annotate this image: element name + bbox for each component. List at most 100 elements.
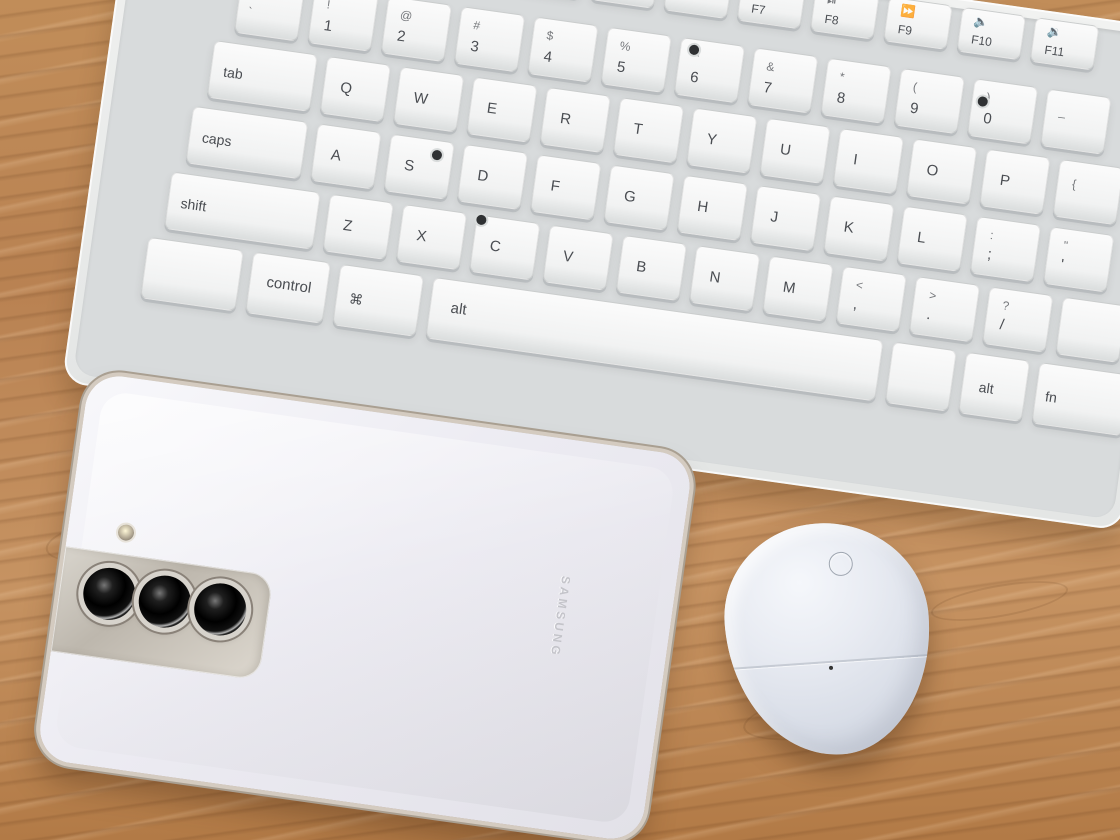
keyboard-key-3[interactable]: # 3 (453, 6, 526, 73)
keyboard-key-v-label: V (561, 247, 575, 266)
keyboard-key-quote[interactable]: " ' (1042, 226, 1115, 293)
keyboard-key-a-label: A (329, 146, 343, 165)
keyboard-key-o[interactable]: O (905, 138, 978, 205)
keyboard-key-c[interactable]: C (469, 214, 541, 281)
keyboard-key-q[interactable]: Q (319, 55, 392, 123)
keyboard-key-r[interactable]: R (539, 86, 611, 154)
keyboard-key-v[interactable]: V (542, 224, 614, 291)
keyboard-key-k[interactable]: K (823, 195, 895, 262)
keyboard-key-f10[interactable]: 🔈 F10 (956, 6, 1027, 61)
keyboard-key-shift-label: shift (179, 194, 208, 215)
keyboard-key-h[interactable]: H (676, 174, 749, 242)
keyboard-key-comma-top-label: < (855, 277, 864, 293)
earbuds-case-pairing-button (827, 551, 854, 577)
keyboard-key-minus[interactable]: _ (1040, 88, 1112, 155)
keyboard-key-6-label: 6 (689, 68, 700, 87)
keyboard-key-8[interactable]: * 8 (820, 57, 892, 124)
keyboard-key-w-label: W (412, 89, 429, 109)
keyboard-key-f5[interactable]: F5 (590, 0, 660, 9)
keyboard-key-right-shift-edge[interactable] (1055, 296, 1120, 363)
keyboard-key-period[interactable]: > . (908, 276, 981, 343)
keyboard-key-l[interactable]: L (896, 205, 968, 272)
keyboard-key-p[interactable]: P (979, 148, 1051, 215)
keyboard-screw (977, 95, 989, 108)
keyboard-key-m[interactable]: M (762, 255, 834, 322)
keyboard-key-x[interactable]: X (395, 203, 468, 271)
keyboard-key-f7[interactable]: ⏪ F7 (736, 0, 807, 30)
keyboard-key-7-label: 7 (762, 78, 774, 97)
keyboard-key-caps[interactable]: caps (185, 105, 309, 180)
keyboard-key-n[interactable]: N (688, 245, 761, 312)
keyboard-key-f11[interactable]: 🔉 F11 (1029, 17, 1100, 71)
keyboard-key-e[interactable]: E (466, 76, 538, 143)
keyboard-key-f8-label: F8 (823, 11, 840, 28)
keyboard-key-f9[interactable]: ⏩ F9 (883, 0, 953, 50)
keyboard-key-9[interactable]: ( 9 (893, 67, 965, 135)
keyboard-key-j[interactable]: J (749, 185, 822, 252)
keyboard-key-2[interactable]: @ 2 (380, 0, 453, 63)
keyboard-key-slash[interactable]: ? / (982, 286, 1054, 353)
keyboard-key-control-right[interactable]: fn (1031, 362, 1120, 437)
keyboard-key-4[interactable]: $ 4 (527, 16, 599, 83)
keyboard-screw (688, 44, 700, 56)
keyboard-key-control-left[interactable] (140, 236, 244, 312)
keyboard-screw (431, 149, 443, 161)
keyboard-key-shift[interactable]: shift (164, 171, 321, 250)
keyboard-key-t[interactable]: T (612, 97, 685, 164)
keyboard-key-3-label: 3 (469, 37, 480, 56)
keyboard-key-0[interactable]: ) 0 (966, 78, 1039, 145)
keyboard-key-l-label: L (916, 228, 927, 247)
keyboard-key-u-label: U (778, 140, 793, 160)
keyboard-key-u[interactable]: U (759, 117, 831, 185)
keyboard-key-command[interactable]: control (245, 251, 331, 324)
keyboard-key-d[interactable]: D (456, 143, 529, 211)
keyboard-key-command-label: control (265, 273, 313, 297)
keyboard-key-p-label: P (998, 171, 1012, 191)
keyboard-key-comma-label: , (852, 295, 859, 313)
keyboard-key-7[interactable]: & 7 (746, 47, 819, 114)
keyboard-key-f6[interactable]: F6 (663, 0, 733, 20)
keyboard-key-tab-label: tab (222, 63, 244, 83)
keyboard-key-a[interactable]: A (310, 123, 382, 190)
keyboard-key-k-label: K (842, 218, 856, 237)
keyboard-key-comma[interactable]: < , (835, 265, 907, 333)
keyboard-key-control-right-label: fn (1044, 388, 1059, 406)
keyboard-key-space-label: alt (449, 299, 468, 319)
keyboard-key-5[interactable]: % 5 (600, 26, 672, 94)
keyboard-key-fn-label: alt (977, 378, 995, 397)
keyboard-key-alt-left[interactable]: ⌘ (332, 263, 425, 337)
keyboard-key-fn[interactable]: alt (958, 351, 1031, 423)
keyboard-key-quote-top-label: " (1062, 238, 1069, 253)
keyboard-key-i[interactable]: I (832, 128, 905, 195)
keyboard-key-f8[interactable]: ⏯ F8 (809, 0, 880, 40)
keyboard-key-q-label: Q (339, 79, 354, 98)
keyboard-key-8-label: 8 (835, 89, 847, 108)
keyboard-key-s-label: S (403, 156, 416, 175)
keyboard-key-alt-right[interactable] (884, 341, 957, 412)
keyboard-key-b[interactable]: B (615, 234, 688, 302)
keyboard-key-space[interactable]: alt (425, 276, 884, 402)
keyboard-screw (475, 214, 488, 226)
keyboard-key-quote-label: ' (1059, 256, 1065, 274)
keyboard-key-t-label: T (632, 120, 644, 139)
keyboard-key-w[interactable]: W (392, 66, 465, 133)
keyboard-key-i-label: I (852, 151, 859, 169)
keyboard-key-9-label: 9 (908, 99, 920, 118)
keyboard-key-x-label: X (415, 227, 428, 246)
keyboard-key-y[interactable]: Y (686, 107, 758, 174)
keyboard-key-6[interactable]: ^ 6 (673, 37, 746, 104)
keyboard-key-n-label: N (708, 268, 722, 287)
keyboard-key-s[interactable]: S (383, 133, 455, 200)
keyboard-key-semicolon[interactable]: : ; (969, 215, 1042, 283)
keyboard-key-tab[interactable]: tab (206, 40, 318, 112)
keyboard-key-h-label: H (696, 197, 710, 217)
keyboard-key-7-top-label: & (765, 59, 776, 75)
keyboard-key-g[interactable]: G (603, 164, 675, 231)
keyboard-key-alt-left-label: ⌘ (348, 290, 365, 309)
keyboard-key-left-brace[interactable]: { (1052, 158, 1120, 226)
keyboard-key-z[interactable]: Z (322, 193, 394, 261)
keyboard-key-f[interactable]: F (530, 154, 602, 221)
keyboard-key-1[interactable]: ! 1 (307, 0, 379, 52)
keyboard-key-e-label: E (485, 99, 499, 118)
keyboard-key-backtick[interactable]: ` (234, 0, 306, 42)
